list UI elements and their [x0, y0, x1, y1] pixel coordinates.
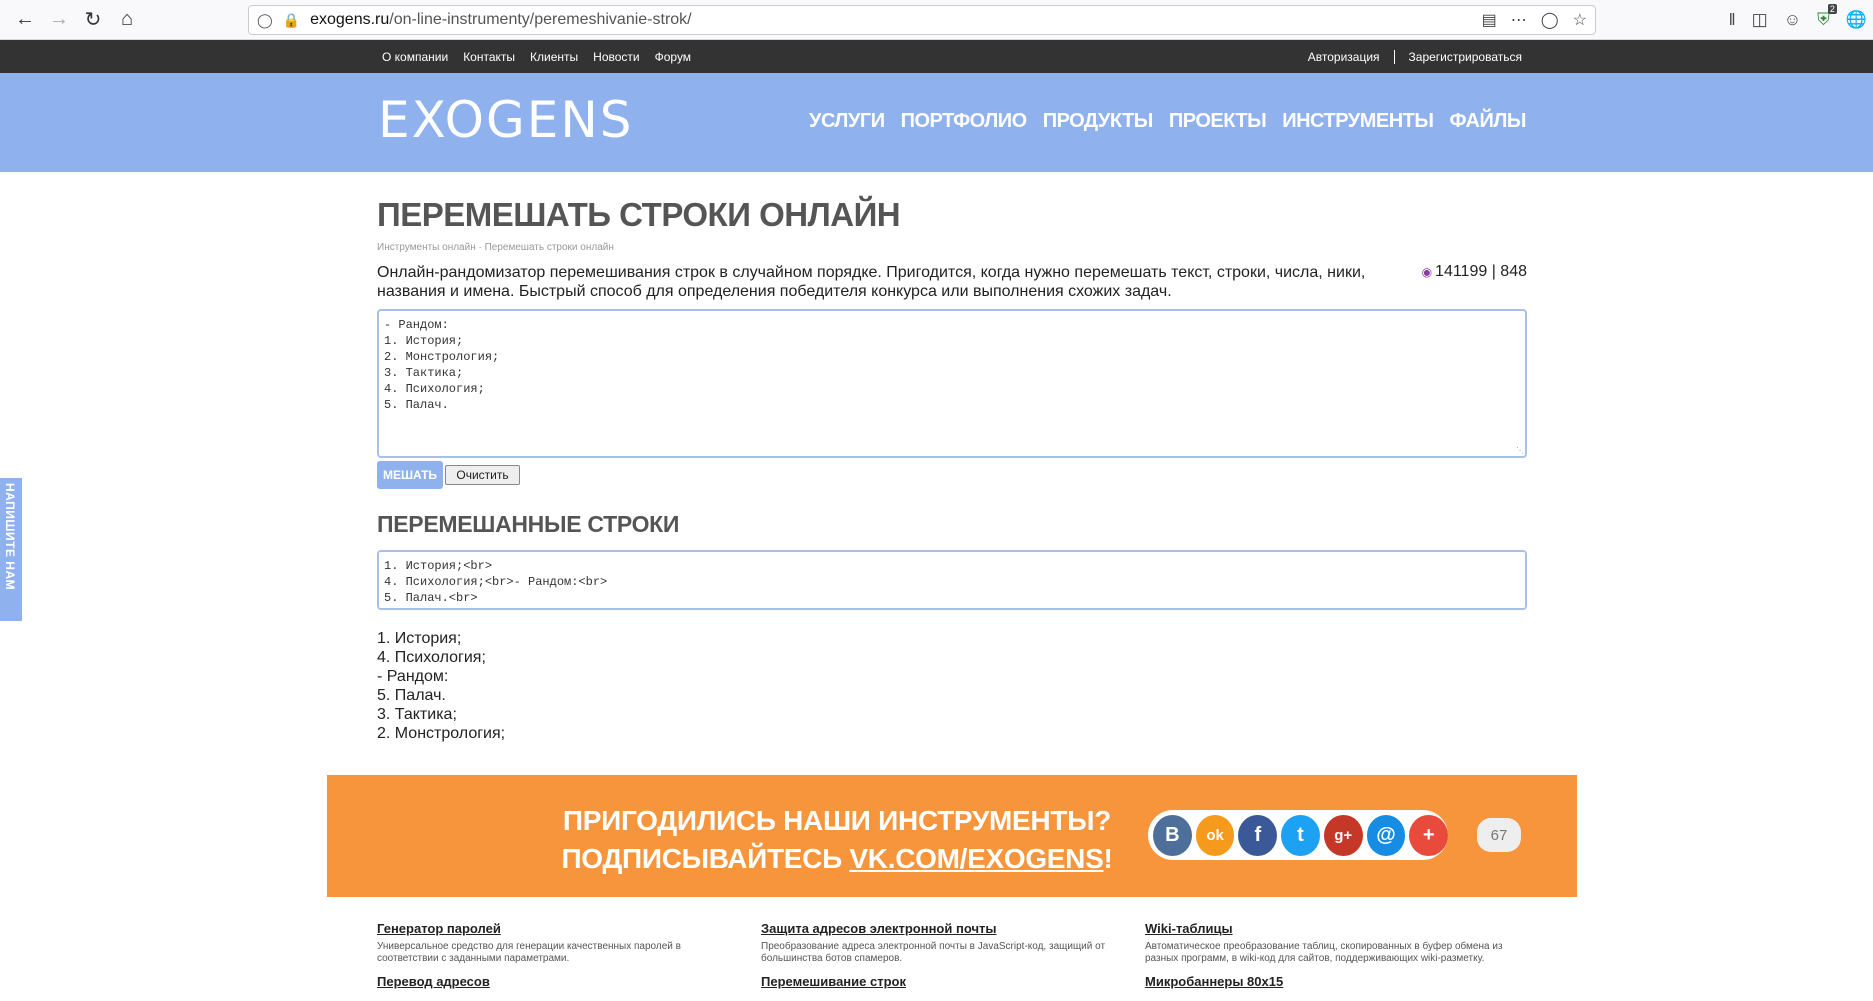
footer-desc: Преобразование адреса электронной почты … [761, 941, 1106, 964]
odnoklassniki-icon[interactable]: ok [1195, 814, 1235, 856]
footer-link[interactable]: Перевод адресов [377, 974, 490, 989]
main-nav: УСЛУГИ ПОРТФОЛИО ПРОДУКТЫ ПРОЕКТЫ ИНСТРУМЕНТ… [809, 110, 1526, 133]
footer-item: Микробаннеры 80x15 [1145, 973, 1505, 991]
library-icon[interactable]: ‖ [1729, 10, 1736, 30]
topbar-link[interactable]: Клиенты [530, 50, 578, 64]
twitter-icon[interactable]: t [1281, 814, 1320, 856]
result-line: - Рандом: [377, 668, 449, 685]
footer-desc: Универсальное средство для генерации кач… [377, 941, 681, 964]
main-content: ПЕРЕМЕШАТЬ СТРОКИ ОНЛАЙН Инструменты онл… [377, 196, 1527, 743]
contact-us-tab[interactable]: НАПИШИТЕ НАМ [0, 478, 22, 621]
main-nav-item[interactable]: ФАЙЛЫ [1449, 110, 1526, 133]
result-line: 4. Психология; [377, 649, 486, 666]
mail-icon[interactable]: @ [1366, 814, 1406, 856]
share-count: 67 [1477, 818, 1521, 852]
footer-item: Генератор паролей Универсальное средство … [377, 920, 737, 965]
browser-toolbar: ← → ↻ ⌂ ◯ 🔒 exogens.ru/on-line-instrumen… [0, 0, 1873, 40]
result-line: 3. Тактика; [377, 706, 457, 723]
main-nav-item[interactable]: УСЛУГИ [809, 110, 885, 133]
result-heading: ПЕРЕМЕШАННЫЕ СТРОКИ [377, 511, 680, 537]
mix-button[interactable]: МЕШАТЬ [377, 461, 443, 489]
vk-icon[interactable]: B [1153, 814, 1192, 856]
clear-button[interactable]: Очистить [445, 465, 520, 485]
page-title: ПЕРЕМЕШАТЬ СТРОКИ ОНЛАЙН [377, 196, 901, 233]
footer-link[interactable]: Генератор паролей [377, 921, 501, 936]
intro-text: Онлайн-рандомизатор перемешивания строк … [377, 264, 1366, 300]
output-textarea[interactable] [377, 550, 1527, 610]
reload-icon[interactable]: ↻ [76, 3, 110, 37]
site-logo[interactable]: EXOGENS [378, 91, 633, 149]
shield-icon[interactable]: ◯ [257, 12, 273, 29]
divider [1393, 50, 1395, 64]
reader-view-icon[interactable]: ▤ [1482, 10, 1497, 30]
login-link[interactable]: Авторизация [1308, 50, 1380, 64]
footer-desc: Автоматическое преобразование таблиц, ск… [1145, 941, 1503, 964]
topbar-links: О компании Контакты Клиенты Новости Форум [382, 50, 691, 64]
main-nav-item[interactable]: ИНСТРУМЕНТЫ [1282, 110, 1434, 133]
footer-item: Wiki-таблицы Автоматическое преобразовани… [1145, 920, 1505, 965]
subscribe-banner: ПРИГОДИЛИСЬ НАШИ ИНСТРУМЕНТЫ? ПОДПИСЫВАЙ… [327, 775, 1577, 897]
result-line: 1. История; [377, 630, 462, 647]
footer-link[interactable]: Защита адресов электронной почты [761, 921, 996, 936]
banner-suffix: ! [1103, 843, 1113, 874]
eye-icon: ◉ [1421, 265, 1433, 279]
vk-link[interactable]: VK.COM/EXOGENS [849, 843, 1103, 874]
footer-item: Перемешивание строк [761, 973, 1121, 991]
forward-icon[interactable]: → [42, 3, 76, 37]
footer-item: Защита адресов электронной почты Преобраз… [761, 920, 1121, 965]
topbar-link[interactable]: О компании [382, 50, 448, 64]
banner-prefix: ПОДПИСЫВАЙТЕСЬ [561, 843, 850, 874]
footer-link[interactable]: Микробаннеры 80x15 [1145, 974, 1283, 989]
account-icon[interactable]: ☺ [1784, 10, 1801, 30]
globe-icon[interactable]: 🌐 [1846, 10, 1867, 30]
topbar-link[interactable]: Контакты [463, 50, 515, 64]
extension-badge: 2 [1827, 4, 1837, 14]
footer-link[interactable]: Wiki-таблицы [1145, 921, 1233, 936]
view-count: 141199 | 848 [1435, 263, 1527, 280]
footer-item: Перевод адресов [377, 973, 737, 991]
bookmark-star-icon[interactable]: ☆ [1573, 10, 1587, 30]
topbar-link[interactable]: Новости [593, 50, 639, 64]
view-counter: ◉ 141199 | 848 [1422, 263, 1527, 281]
site-topbar: О компании Контакты Клиенты Новости Форум Ав… [0, 40, 1873, 73]
page-actions-icon[interactable]: ⋯ [1511, 10, 1527, 30]
footer-link[interactable]: Перемешивание строк [761, 974, 906, 989]
resize-handle-icon[interactable]: ⋱ [1516, 446, 1524, 455]
main-nav-item[interactable]: ПРОЕКТЫ [1169, 110, 1267, 133]
result-line: 2. Монстрология; [377, 725, 506, 742]
url-domain: exogens.ru [310, 11, 390, 28]
input-textarea[interactable] [377, 309, 1527, 458]
extension-icon[interactable]: ⛨ 2 [1817, 4, 1837, 30]
url-path: /on-line-instrumenty/peremeshivanie-stro… [389, 11, 692, 28]
contact-us-label: НАПИШИТЕ НАМ [3, 483, 17, 591]
site-header: EXOGENS УСЛУГИ ПОРТФОЛИО ПРОДУКТЫ ПРОЕКТЫ ИН… [0, 73, 1873, 172]
back-icon[interactable]: ← [8, 3, 42, 37]
main-nav-item[interactable]: ПОРТФОЛИО [901, 110, 1028, 133]
main-nav-item[interactable]: ПРОДУКТЫ [1043, 110, 1154, 133]
facebook-icon[interactable]: f [1238, 814, 1278, 856]
share-buttons: Bok f t g+ @ + [1148, 810, 1449, 860]
result-list: 1. История; 4. Психология; - Рандом: 5. Пал… [377, 629, 1527, 743]
insecure-lock-icon[interactable]: 🔒 [283, 12, 300, 29]
address-bar[interactable]: ◯ 🔒 exogens.ru/on-line-instrumenty/perem… [248, 5, 1596, 35]
more-icon[interactable]: + [1409, 814, 1449, 856]
google-plus-icon[interactable]: g+ [1323, 814, 1363, 856]
register-link[interactable]: Зарегистрироваться [1409, 50, 1522, 64]
home-icon[interactable]: ⌂ [110, 3, 144, 37]
pocket-icon[interactable]: ◯ [1541, 10, 1559, 30]
result-line: 5. Палач. [377, 687, 446, 704]
breadcrumb[interactable]: Инструменты онлайн · Перемешать строки о… [377, 242, 1527, 253]
sidebar-icon[interactable]: ◫ [1752, 10, 1768, 30]
topbar-link[interactable]: Форум [655, 50, 691, 64]
